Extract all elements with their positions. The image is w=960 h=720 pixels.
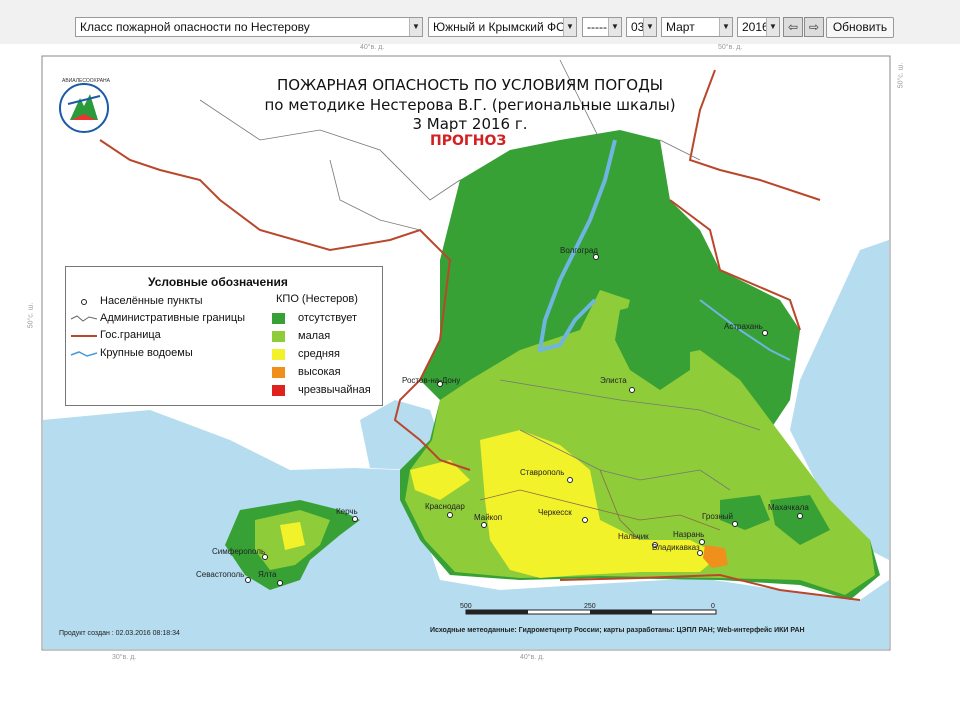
city-marker-makhachkala [797, 513, 803, 519]
coord-left-50: 50°с. ш. [27, 302, 35, 329]
water-symbol [70, 351, 98, 357]
legend: Условные обозначения Населённые пункты А… [65, 266, 383, 406]
scale-label-250: 250 [584, 603, 596, 610]
map-title-line1: ПОЖАРНАЯ ОПАСНОСТЬ ПО УСЛОВИЯМ ПОГОДЫ [276, 76, 664, 94]
city-label-nazran: Назрань [673, 530, 705, 539]
coord-top-50: 50°в. д. [718, 44, 743, 51]
legend-class-none: отсутствует [298, 312, 358, 324]
city-label-yalta: Ялта [258, 570, 277, 579]
logo-caption: АВИАЛЕСООХРАНА [62, 78, 110, 84]
city-marker-astrakhan [762, 330, 768, 336]
city-marker-yalta [277, 580, 283, 586]
legend-swatch-1 [272, 331, 285, 342]
legend-title: Условные обозначения [148, 275, 288, 289]
product-created: Продукт создан : 02.03.2016 08:18:34 [59, 630, 180, 637]
legend-settlements: Населённые пункты [100, 295, 203, 307]
coord-bottom-30: 30°в. д. [112, 654, 137, 661]
legend-class-low: малая [298, 330, 331, 342]
city-label-cherkessk: Черкесск [538, 508, 572, 517]
city-marker-kerch [352, 516, 358, 522]
map-title-date: 3 Март 2016 г. [412, 115, 528, 133]
city-marker-cherkessk [582, 517, 588, 523]
legend-class-medium: средняя [298, 348, 340, 360]
scale-label-500: 500 [460, 603, 472, 610]
scale-label-0: 0 [711, 603, 715, 610]
city-marker-maykop [481, 522, 487, 528]
settlement-symbol [81, 299, 87, 305]
legend-state-border: Гос.граница [100, 329, 161, 341]
city-label-astrakhan: Астрахань [724, 322, 763, 331]
city-label-simferopol: Симферополь [212, 547, 266, 556]
data-sources: Исходные метеоданные: Гидрометцентр Росс… [430, 627, 805, 634]
legend-swatch-3 [272, 367, 285, 378]
city-marker-elista [629, 387, 635, 393]
map-title-line2: по методике Нестерова В.Г. (региональные… [264, 96, 676, 114]
city-label-volgograd: Волгоград [560, 246, 598, 255]
forecast-label: ПРОГНОЗ [430, 133, 507, 149]
state-border-symbol [71, 335, 97, 337]
city-marker-krasnodar [447, 512, 453, 518]
coord-right-50: 50°с. ш. [897, 62, 905, 89]
city-marker-nazran [699, 539, 705, 545]
legend-swatch-2 [272, 349, 285, 360]
city-label-vladikavkaz: Владикавказ [652, 543, 700, 552]
legend-water-bodies: Крупные водоемы [100, 347, 193, 359]
city-label-makhachkala: Махачкала [768, 503, 809, 512]
city-label-stavropol: Ставрополь [520, 468, 565, 477]
city-label-krasnodar: Краснодар [425, 502, 465, 511]
city-marker-groznyy [732, 521, 738, 527]
avialesookhrana-logo [59, 83, 109, 133]
city-marker-volgograd [593, 254, 599, 260]
legend-class-high: высокая [298, 366, 341, 378]
admin-border-symbol [70, 315, 98, 322]
legend-swatch-4 [272, 385, 285, 396]
city-label-sevastopol: Севастополь [196, 570, 245, 579]
city-marker-sevastopol [245, 577, 251, 583]
city-label-nalchik: Нальчик [618, 532, 649, 541]
legend-swatch-0 [272, 313, 285, 324]
city-label-groznyy: Грозный [702, 512, 733, 521]
city-label-kerch: Керчь [336, 507, 358, 516]
coord-top-40: 40°в. д. [360, 44, 385, 51]
city-marker-stavropol [567, 477, 573, 483]
legend-admin-borders: Административные границы [100, 312, 246, 324]
legend-class-extreme: чрезвычайная [298, 384, 371, 396]
city-label-rostov: Ростов-на-Дону [402, 376, 461, 385]
city-label-elista: Элиста [600, 376, 627, 385]
city-label-maykop: Майкоп [474, 513, 503, 522]
scale-bar [465, 609, 717, 615]
legend-class-header: КПО (Нестеров) [276, 293, 358, 305]
coord-bottom-40: 40°в. д. [520, 654, 545, 661]
